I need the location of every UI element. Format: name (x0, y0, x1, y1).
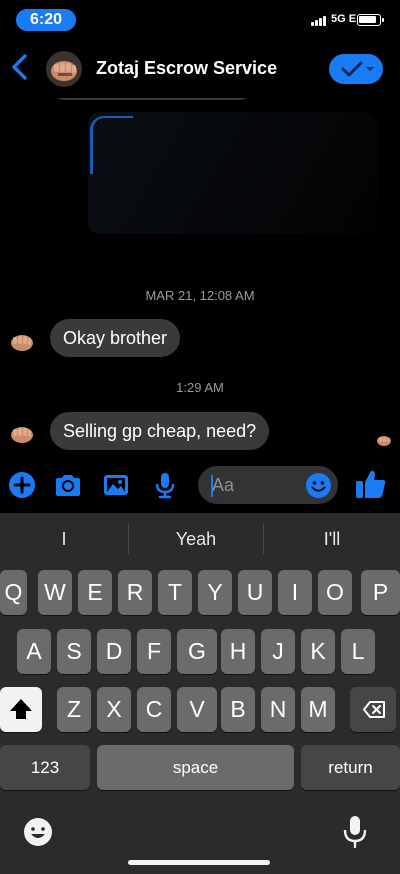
key[interactable]: N (261, 687, 295, 732)
backspace-key[interactable] (350, 687, 396, 732)
globe-emoji-icon[interactable] (22, 816, 54, 848)
back-chevron-icon[interactable] (8, 52, 32, 82)
checkmark-dropdown-button[interactable] (329, 54, 383, 84)
key[interactable]: S (57, 629, 91, 674)
network-label: 5G E (331, 13, 357, 25)
like-thumbs-up-icon[interactable] (354, 467, 388, 501)
message-thread[interactable]: MAR 21, 12:08 AM Okay brother 1:29 AM Se… (0, 98, 400, 458)
key[interactable]: T (158, 570, 192, 615)
key[interactable]: U (238, 570, 272, 615)
key[interactable]: O (318, 570, 352, 615)
status-bar: 6:20 5G E (0, 0, 400, 40)
battery-icon (357, 14, 384, 26)
key[interactable]: V (177, 687, 217, 732)
key[interactable]: G (177, 629, 217, 674)
key[interactable]: K (301, 629, 335, 674)
key[interactable]: B (221, 687, 255, 732)
chat-header: Zotaj Escrow Service (0, 40, 400, 98)
key[interactable]: Z (57, 687, 91, 732)
camera-icon[interactable] (53, 470, 83, 500)
emoji-icon[interactable] (305, 472, 332, 499)
previous-message-bubble[interactable] (50, 98, 254, 100)
keyboard: I Yeah I'll Q W E R T Y U I O P A S D F … (0, 513, 400, 874)
sender-avatar[interactable] (8, 328, 36, 356)
suggestion-item[interactable]: Yeah (129, 513, 263, 566)
sender-avatar[interactable] (8, 420, 36, 448)
return-key[interactable]: return (301, 745, 400, 790)
shift-key[interactable] (0, 687, 42, 732)
contact-avatar[interactable] (46, 51, 82, 87)
shift-icon (10, 699, 32, 719)
key[interactable]: J (261, 629, 295, 674)
timestamp: MAR 21, 12:08 AM (145, 288, 255, 303)
key[interactable]: E (78, 570, 112, 615)
message-bubble[interactable]: Selling gp cheap, need? (50, 412, 270, 450)
seen-avatar-icon (376, 432, 392, 448)
message-bubble[interactable]: Okay brother (50, 319, 181, 357)
shared-image[interactable] (88, 112, 378, 234)
key[interactable]: A (17, 629, 51, 674)
home-indicator[interactable] (128, 860, 270, 865)
key[interactable]: F (137, 629, 171, 674)
key[interactable]: R (118, 570, 152, 615)
key[interactable]: D (97, 629, 131, 674)
key[interactable]: P (361, 570, 400, 615)
message-composer (0, 462, 400, 510)
suggestion-bar: I Yeah I'll (0, 513, 400, 566)
suggestion-item[interactable]: I'll (264, 513, 400, 566)
key[interactable]: X (97, 687, 131, 732)
backspace-icon (363, 701, 385, 718)
key[interactable]: L (341, 629, 375, 674)
status-time: 6:20 (16, 9, 76, 31)
microphone-icon[interactable] (150, 470, 180, 500)
checkmark-dropdown-icon (341, 61, 374, 77)
signal-icon (311, 15, 326, 26)
key[interactable]: I (278, 570, 312, 615)
key[interactable]: M (301, 687, 335, 732)
gallery-icon[interactable] (101, 470, 131, 500)
dictation-icon[interactable] (342, 814, 368, 850)
key[interactable]: Q (0, 570, 27, 615)
suggestion-item[interactable]: I (0, 513, 128, 566)
add-icon[interactable] (7, 470, 37, 500)
space-key[interactable]: space (97, 745, 294, 790)
text-caret (211, 475, 213, 497)
key[interactable]: W (38, 570, 72, 615)
key[interactable]: H (221, 629, 255, 674)
numbers-key[interactable]: 123 (0, 745, 90, 790)
key[interactable]: Y (198, 570, 232, 615)
contact-name[interactable]: Zotaj Escrow Service (96, 58, 277, 79)
timestamp: 1:29 AM (176, 380, 224, 395)
key[interactable]: C (137, 687, 171, 732)
